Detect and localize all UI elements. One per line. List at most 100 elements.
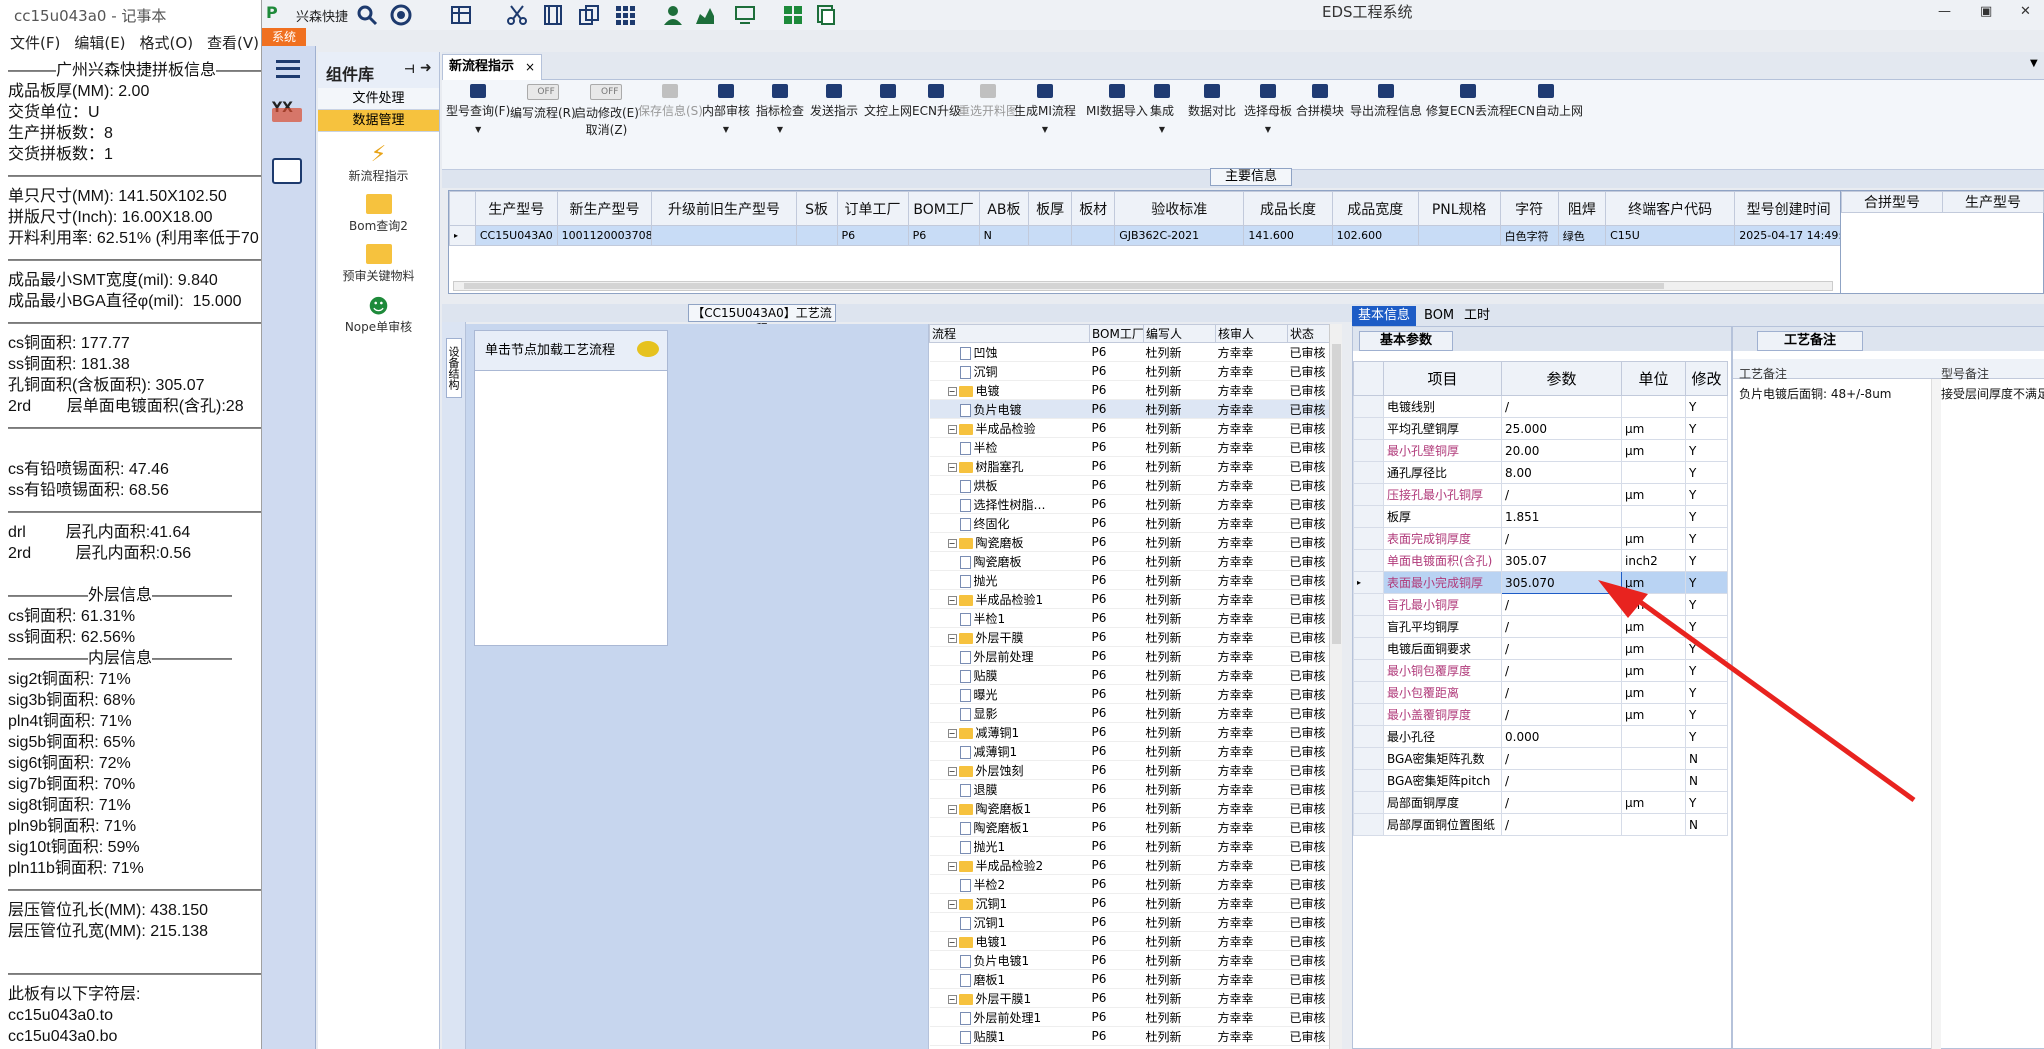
param-row[interactable]: 电镀线别 / Y (1353, 395, 1728, 418)
tree-row[interactable]: 外层前处理1 P6 杜列新 方幸幸 已审核 (929, 1007, 1330, 1027)
ribbon-button-6[interactable]: 发送指示 (810, 84, 858, 119)
main-grid-hscrollbar[interactable] (453, 281, 1833, 291)
tree-vscrollbar[interactable] (1329, 324, 1342, 1049)
tab-dropdown-icon[interactable]: ▼ (2030, 58, 2038, 69)
model-note-value[interactable]: 接受层间厚度不满足军标 (1941, 385, 2044, 402)
main-col-header[interactable]: 升级前旧生产型号 (651, 191, 797, 226)
nope-review-item[interactable]: ☻ Nope单审核 (318, 294, 439, 335)
tree-collapse-icon[interactable]: − (947, 595, 957, 605)
tree-collapse-icon[interactable]: − (947, 538, 957, 548)
tree-row[interactable]: 磨板1 P6 杜列新 方幸幸 已审核 (929, 969, 1330, 989)
tree-row[interactable]: − 半成品检验1 P6 杜列新 方幸幸 已审核 (929, 589, 1330, 609)
close-button[interactable]: ✕ (2020, 4, 2031, 19)
tree-collapse-icon[interactable]: − (947, 899, 957, 909)
param-value-cell[interactable]: 305.07 (1501, 549, 1622, 572)
main-col-header[interactable]: 板厚 (1028, 191, 1073, 226)
ribbon-button-1[interactable]: OFF 编写流程(R) (510, 84, 576, 121)
pin-icon[interactable]: ⊣ (404, 62, 415, 76)
tree-row[interactable]: − 半成品检验2 P6 杜列新 方幸幸 已审核 (929, 855, 1330, 875)
tree-row[interactable]: 半检 P6 杜列新 方幸幸 已审核 (929, 437, 1330, 457)
param-row[interactable]: 板厚 1.851 Y (1353, 505, 1728, 528)
param-row[interactable]: 最小孔壁铜厚 20.00 μm Y (1353, 439, 1728, 462)
tree-collapse-icon[interactable]: − (947, 728, 957, 738)
main-cell[interactable]: N (978, 225, 1030, 246)
main-cell[interactable]: GJB362C-2021 (1114, 225, 1245, 246)
tree-node-cell[interactable]: 陶瓷磨板1 (929, 817, 1090, 837)
device-structure-tab[interactable]: 设备结构 (446, 338, 462, 398)
ribbon-button-18[interactable]: ECN自动上网 (1510, 84, 1583, 119)
tree-node-cell[interactable]: − 电镀 (929, 380, 1090, 400)
scissors-icon[interactable] (506, 4, 528, 26)
param-value-cell[interactable]: 8.00 (1501, 461, 1622, 484)
tree-node-cell[interactable]: 半检 (929, 437, 1090, 457)
tree-node-cell[interactable]: 沉铜 (929, 361, 1090, 381)
main-cell[interactable]: 141.600 (1243, 225, 1333, 246)
tree-node-cell[interactable]: − 陶瓷磨板 (929, 532, 1090, 552)
tab-worktime[interactable]: 工时 (1458, 306, 1496, 326)
main-cell[interactable] (1417, 225, 1501, 246)
main-col-header[interactable]: 型号创建时间 (1734, 191, 1843, 226)
tree-node-cell[interactable]: 抛光1 (929, 836, 1090, 856)
tree-node-cell[interactable]: 沉铜1 (929, 912, 1090, 932)
tree-node-cell[interactable]: 烘板 (929, 475, 1090, 495)
param-row[interactable]: 表面完成铜厚度 / μm Y (1353, 527, 1728, 550)
tree-node-cell[interactable]: − 外层蚀刻 (929, 760, 1090, 780)
tree-node-cell[interactable]: 终固化 (929, 513, 1090, 533)
tree-row[interactable]: 沉铜1 P6 杜列新 方幸幸 已审核 (929, 912, 1330, 932)
tree-node-cell[interactable]: − 减薄铜1 (929, 722, 1090, 742)
ribbon-button-5[interactable]: 指标检查 ▼ (756, 84, 804, 134)
toggle-switch-icon[interactable]: OFF (526, 84, 559, 100)
main-cell[interactable]: 白色字符 (1499, 225, 1559, 246)
tree-collapse-icon[interactable]: − (947, 937, 957, 947)
tree-row[interactable]: − 减薄铜1 P6 杜列新 方幸幸 已审核 (929, 722, 1330, 742)
dropdown-caret-icon[interactable]: ▼ (1014, 125, 1076, 134)
tree-row[interactable]: 退膜 P6 杜列新 方幸幸 已审核 (929, 779, 1330, 799)
tree-node-cell[interactable]: 磨板1 (929, 969, 1090, 989)
ribbon-button-3[interactable]: 保存信息(S) (638, 84, 703, 119)
pages-icon[interactable] (814, 4, 836, 26)
toggle-switch-icon[interactable]: OFF (590, 84, 623, 100)
tab-new-flow[interactable]: 新流程指示 × (442, 54, 542, 80)
tree-row[interactable]: 凹蚀 P6 杜列新 方幸幸 已审核 (929, 342, 1330, 362)
notepad-menu-file[interactable]: 文件(F) (10, 32, 60, 56)
tree-node-cell[interactable]: − 半成品检验1 (929, 589, 1090, 609)
basic-params-tab[interactable]: 基本参数 (1359, 331, 1453, 351)
main-col-header[interactable]: AB板 (978, 191, 1030, 226)
ribbon-button-10[interactable]: 生成MI流程 ▼ (1014, 84, 1076, 134)
tree-node-cell[interactable]: − 陶瓷磨板1 (929, 798, 1090, 818)
main-col-header[interactable]: 成品长度 (1243, 191, 1333, 226)
tree-row[interactable]: − 电镀1 P6 杜列新 方幸幸 已审核 (929, 931, 1330, 951)
tree-row[interactable]: 贴膜 P6 杜列新 方幸幸 已审核 (929, 665, 1330, 685)
bom-query-item[interactable]: Bom查询2 (318, 194, 439, 234)
notepad-menu-edit[interactable]: 编辑(E) (74, 32, 125, 56)
user-icon[interactable] (662, 4, 684, 26)
main-cell[interactable] (795, 225, 838, 246)
main-cell[interactable] (651, 225, 797, 246)
tree-node-cell[interactable]: 曝光 (929, 684, 1090, 704)
tree-node-cell[interactable]: 退膜 (929, 779, 1090, 799)
film-icon[interactable] (542, 4, 564, 26)
tree-scroll-thumb[interactable] (1332, 344, 1341, 644)
scroll-thumb[interactable] (464, 283, 1664, 289)
ribbon-button-sublabel[interactable]: 取消(Z) (574, 121, 639, 138)
pre-review-item[interactable]: 预审关键物料 (318, 244, 439, 284)
param-value-cell[interactable]: 1.851 (1501, 505, 1622, 528)
notepad-menu-format[interactable]: 格式(O) (140, 32, 194, 56)
ribbon-button-14[interactable]: 选择母板 ▼ (1244, 84, 1292, 134)
tab-basic-info[interactable]: 基本信息 (1352, 306, 1417, 326)
tree-row[interactable]: − 外层蚀刻 P6 杜列新 方幸幸 已审核 (929, 760, 1330, 780)
tree-row[interactable]: − 沉铜1 P6 杜列新 方幸幸 已审核 (929, 893, 1330, 913)
ribbon-button-17[interactable]: 修复ECN丢流程 (1426, 84, 1511, 119)
ribbon-button-7[interactable]: 文控上网 (864, 84, 912, 119)
main-col-header[interactable]: 订单工厂 (836, 191, 909, 226)
main-cell[interactable]: 102.600 (1331, 225, 1419, 246)
system-menu-button[interactable]: 系统 (262, 28, 306, 46)
grid-apps-icon[interactable] (614, 4, 636, 26)
calculator-icon[interactable] (272, 158, 302, 184)
main-cell[interactable]: 2025-04-17 14:49:12 (1734, 225, 1843, 246)
help-lifebuoy-icon[interactable] (390, 4, 412, 26)
notepad-menu-view[interactable]: 查看(V) (207, 32, 259, 56)
tree-node-cell[interactable]: 抛光 (929, 570, 1090, 590)
file-processing-button[interactable]: 文件处理 (318, 88, 439, 110)
tree-node-cell[interactable]: − 树脂塞孔 (929, 456, 1090, 476)
